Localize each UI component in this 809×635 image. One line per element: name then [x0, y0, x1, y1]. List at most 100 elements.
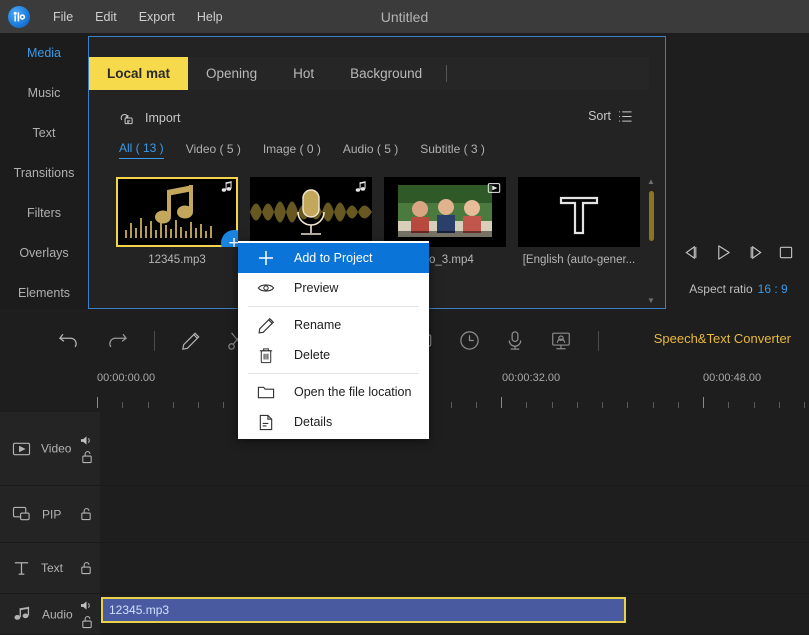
filter-tab-video[interactable]: Video ( 5 ) [186, 142, 241, 159]
filter-tab-audio[interactable]: Audio ( 5 ) [343, 142, 398, 159]
filter-tab-all[interactable]: All ( 13 ) [119, 141, 164, 159]
audio-track-icon [12, 606, 32, 623]
plus-icon [238, 249, 294, 267]
track-lane-pip[interactable] [100, 486, 809, 542]
media-scrollbar[interactable]: ▲ ▼ [645, 177, 657, 306]
ruler-tick [804, 402, 805, 408]
ruler-tick [526, 402, 528, 408]
playback-controls [668, 244, 809, 261]
track-controls-pip [80, 508, 92, 521]
video-track-icon [12, 440, 31, 457]
track-header-pip: PIP [12, 506, 61, 523]
tab-background[interactable]: Background [332, 57, 440, 90]
sidebar-item-music[interactable]: Music [0, 73, 88, 113]
speaker-icon[interactable] [80, 600, 93, 612]
next-frame-icon[interactable] [747, 245, 764, 260]
redo-icon[interactable] [106, 331, 128, 351]
audio-clip-label: 12345.mp3 [109, 603, 170, 617]
eye-icon [238, 281, 294, 295]
trash-icon [238, 347, 294, 364]
toolbar-divider [598, 330, 599, 351]
menu-export[interactable]: Export [128, 6, 186, 28]
sidebar-item-text[interactable]: Text [0, 113, 88, 153]
import-button[interactable]: Import [119, 111, 180, 126]
track-text[interactable]: Text [0, 543, 809, 594]
sidebar-item-media[interactable]: Media [0, 33, 88, 73]
track-label: Video [41, 441, 72, 456]
tab-opening[interactable]: Opening [188, 57, 275, 90]
voiceover-mic-icon[interactable] [506, 330, 524, 351]
media-item[interactable]: + 12345.mp3 [116, 177, 238, 305]
ruler-tick [602, 402, 603, 408]
lock-open-icon[interactable] [81, 616, 93, 629]
media-item[interactable]: [English (auto-gener... [518, 177, 640, 305]
ruler-tick-label: 00:00:32.00 [502, 372, 561, 384]
menu-file[interactable]: File [42, 6, 84, 28]
tab-local-mat[interactable]: Local mat [89, 57, 189, 90]
sidebar: Media Music Text Transitions Filters Ove… [0, 33, 88, 309]
sidebar-item-overlays[interactable]: Overlays [0, 233, 88, 273]
context-menu-item-delete[interactable]: Delete [238, 340, 429, 370]
media-thumbnail-audio-mic[interactable] [250, 177, 372, 247]
audio-clip[interactable]: 12345.mp3 [101, 597, 626, 623]
context-menu-item-preview[interactable]: Preview [238, 273, 429, 303]
speaker-icon[interactable] [80, 434, 93, 446]
scrollbar-thumb[interactable] [649, 191, 654, 241]
green-screen-icon[interactable] [550, 330, 572, 351]
ruler-tick [450, 402, 452, 408]
edit-pencil-icon[interactable] [181, 331, 201, 351]
media-thumbnail-video[interactable] [384, 177, 506, 247]
media-thumbnail-audio-music[interactable]: + [116, 177, 238, 247]
context-menu-item-details[interactable]: Details [238, 407, 429, 437]
filter-tab-image[interactable]: Image ( 0 ) [263, 142, 321, 159]
undo-icon[interactable] [58, 331, 80, 351]
context-menu-separator [248, 306, 419, 307]
text-track-icon [12, 559, 31, 577]
ruler-tick [576, 402, 578, 408]
track-lane-video[interactable] [100, 412, 809, 485]
track-lane-text[interactable] [100, 543, 809, 593]
lock-open-icon[interactable] [80, 508, 92, 521]
lock-open-icon[interactable] [80, 562, 92, 575]
media-thumbnail-subtitle[interactable] [518, 177, 640, 247]
filter-tab-bar: All ( 13 ) Video ( 5 ) Image ( 0 ) Audio… [119, 141, 485, 159]
sidebar-item-filters[interactable]: Filters [0, 193, 88, 233]
lock-open-icon[interactable] [81, 450, 93, 463]
tab-divider [446, 65, 448, 82]
tab-hot[interactable]: Hot [275, 57, 332, 90]
speech-text-converter-button[interactable]: Speech&Text Converter [654, 331, 791, 346]
ruler-tick [198, 402, 199, 408]
folder-icon [238, 384, 294, 400]
track-audio[interactable]: Audio 12345.mp3 [0, 594, 809, 635]
sidebar-item-transitions[interactable]: Transitions [0, 153, 88, 193]
ruler-tick [147, 402, 149, 408]
ruler-tick [223, 402, 225, 408]
ruler-tick [652, 402, 654, 408]
filter-tab-subtitle[interactable]: Subtitle ( 3 ) [420, 142, 485, 159]
menu-help[interactable]: Help [186, 6, 234, 28]
music-note-icon [354, 181, 367, 193]
sort-button[interactable]: Sort [588, 109, 633, 123]
scroll-up-arrow-icon[interactable]: ▲ [645, 177, 657, 187]
context-menu-label: Add to Project [294, 251, 373, 265]
aspect-ratio-row[interactable]: Aspect ratio 16 : 9 [668, 282, 809, 296]
sidebar-item-elements[interactable]: Elements [0, 273, 88, 313]
duration-clock-icon[interactable] [459, 330, 480, 351]
scroll-down-arrow-icon[interactable]: ▼ [645, 296, 657, 306]
text-T-icon [559, 196, 599, 235]
context-menu-item-add-to-project[interactable]: Add to Project [238, 243, 429, 273]
track-header-audio: Audio [12, 606, 73, 623]
context-menu-item-rename[interactable]: Rename [238, 310, 429, 340]
menu-edit[interactable]: Edit [84, 6, 128, 28]
menu-bar: File Edit Export Help [0, 0, 809, 33]
track-pip[interactable]: PIP [0, 486, 809, 543]
ruler-tick [778, 402, 780, 408]
preview-panel: Aspect ratio 16 : 9 [668, 36, 809, 309]
play-icon[interactable] [714, 244, 733, 261]
context-menu-label: Rename [294, 318, 342, 332]
previous-frame-icon[interactable] [683, 245, 700, 260]
aspect-ratio-value[interactable]: 16 : 9 [758, 282, 788, 296]
stop-icon[interactable] [778, 245, 794, 260]
ruler-tick [172, 402, 174, 408]
context-menu-item-open-file-location[interactable]: Open the file location [238, 377, 429, 407]
